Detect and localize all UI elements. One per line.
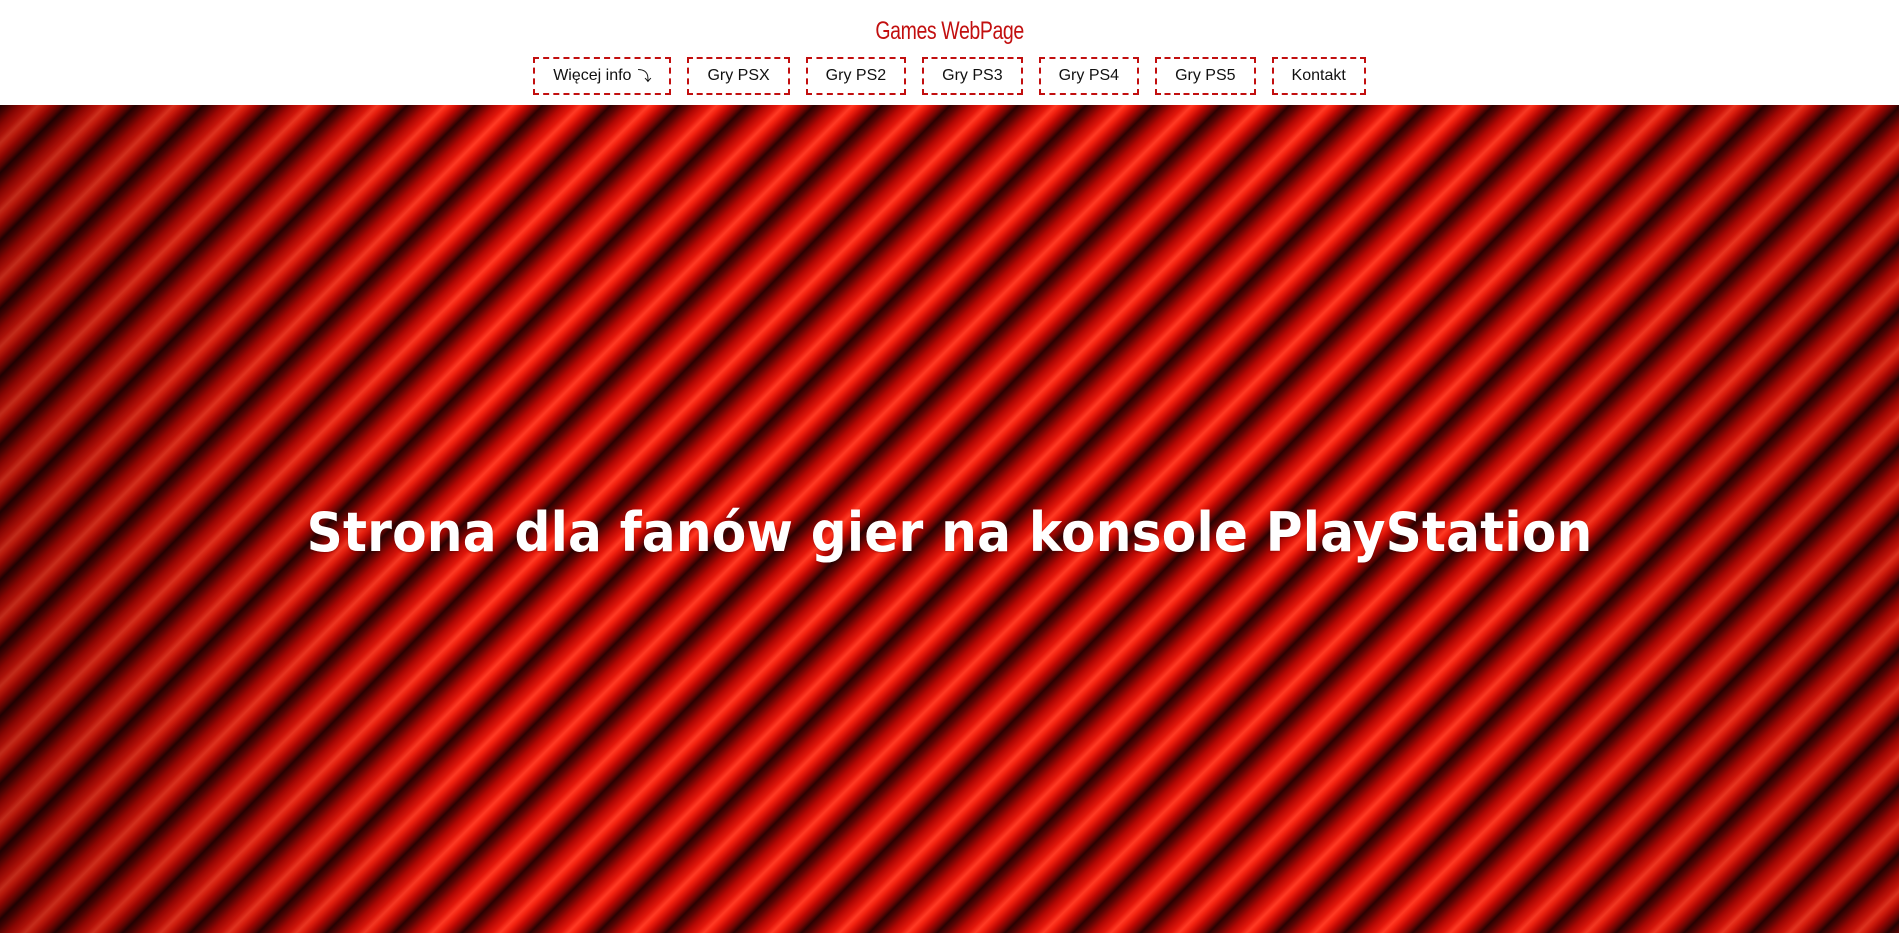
nav-item-kontakt[interactable]: Kontakt [1271,57,1366,95]
nav-item-gry-ps3[interactable]: Gry PS3 [922,57,1023,95]
nav-item-label: Kontakt [1291,67,1346,84]
nav-item-wiecej-info[interactable]: Więcej info ⤵ [533,57,672,95]
site-header: Games WebPage Więcej info ⤵ Gry PSX Gry … [0,0,1899,105]
nav-item-label: Gry PS3 [942,67,1003,84]
nav-item-gry-ps4[interactable]: Gry PS4 [1038,57,1140,95]
nav-item-gry-ps5[interactable]: Gry PS5 [1155,57,1256,95]
chevron-down-icon: ⤵ [637,68,652,84]
nav-item-label: Gry PSX [707,67,770,84]
nav-item-gry-ps2[interactable]: Gry PS2 [805,57,907,95]
nav-item-label: Gry PS5 [1175,67,1236,84]
nav-item-label: Gry PS2 [825,67,887,84]
main-nav: Więcej info ⤵ Gry PSX Gry PS2 Gry PS3 Gr… [0,57,1899,95]
nav-item-label: Gry PS4 [1058,67,1120,84]
nav-item-label: Więcej info [553,67,632,84]
page: Games WebPage Więcej info ⤵ Gry PSX Gry … [0,0,1899,933]
nav-item-gry-psx[interactable]: Gry PSX [687,57,790,95]
site-title[interactable]: Games WebPage [209,14,1690,48]
hero-title: Strona dla fanów gier na konsole PlaySta… [306,501,1593,565]
